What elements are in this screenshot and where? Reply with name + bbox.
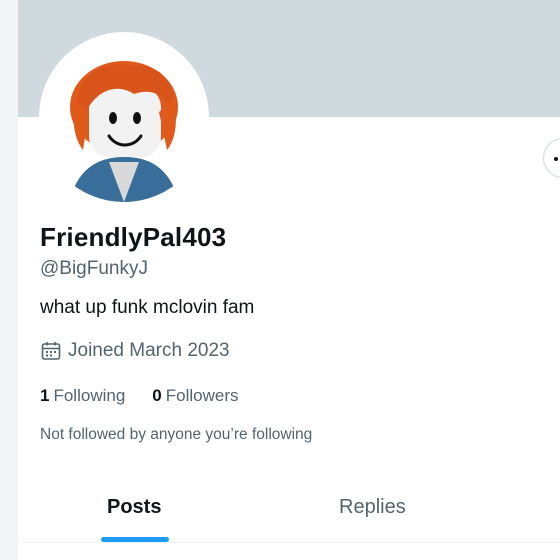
followers-you-know-note: Not followed by anyone you’re following — [40, 426, 313, 443]
left-gutter — [0, 0, 18, 560]
joined-label: Joined March 2023 — [68, 340, 230, 361]
following-link[interactable]: 1 Following — [40, 386, 125, 406]
tab-posts[interactable]: Posts — [107, 496, 161, 519]
user-handle: @BigFunkyJ — [40, 258, 148, 279]
avatar-image — [69, 61, 179, 202]
joined-date: Joined March 2023 — [40, 340, 230, 362]
following-count: 1 — [40, 386, 50, 405]
followers-link[interactable]: 0 Followers — [152, 386, 238, 406]
following-label: Following — [53, 386, 126, 405]
follow-stats: 1 Following 0 Followers — [40, 386, 266, 406]
avatar[interactable] — [39, 32, 209, 202]
more-options-button[interactable] — [543, 138, 560, 178]
tab-replies[interactable]: Replies — [339, 496, 406, 519]
followers-count: 0 — [152, 386, 162, 405]
profile-bio: what up funk mclovin fam — [40, 297, 255, 318]
calendar-icon — [41, 342, 61, 360]
display-name: FriendlyPal403 — [40, 222, 227, 252]
followers-label: Followers — [165, 386, 239, 405]
more-options-icon — [554, 157, 558, 161]
profile-tabs: Posts Replies — [18, 480, 560, 542]
divider — [18, 542, 560, 543]
